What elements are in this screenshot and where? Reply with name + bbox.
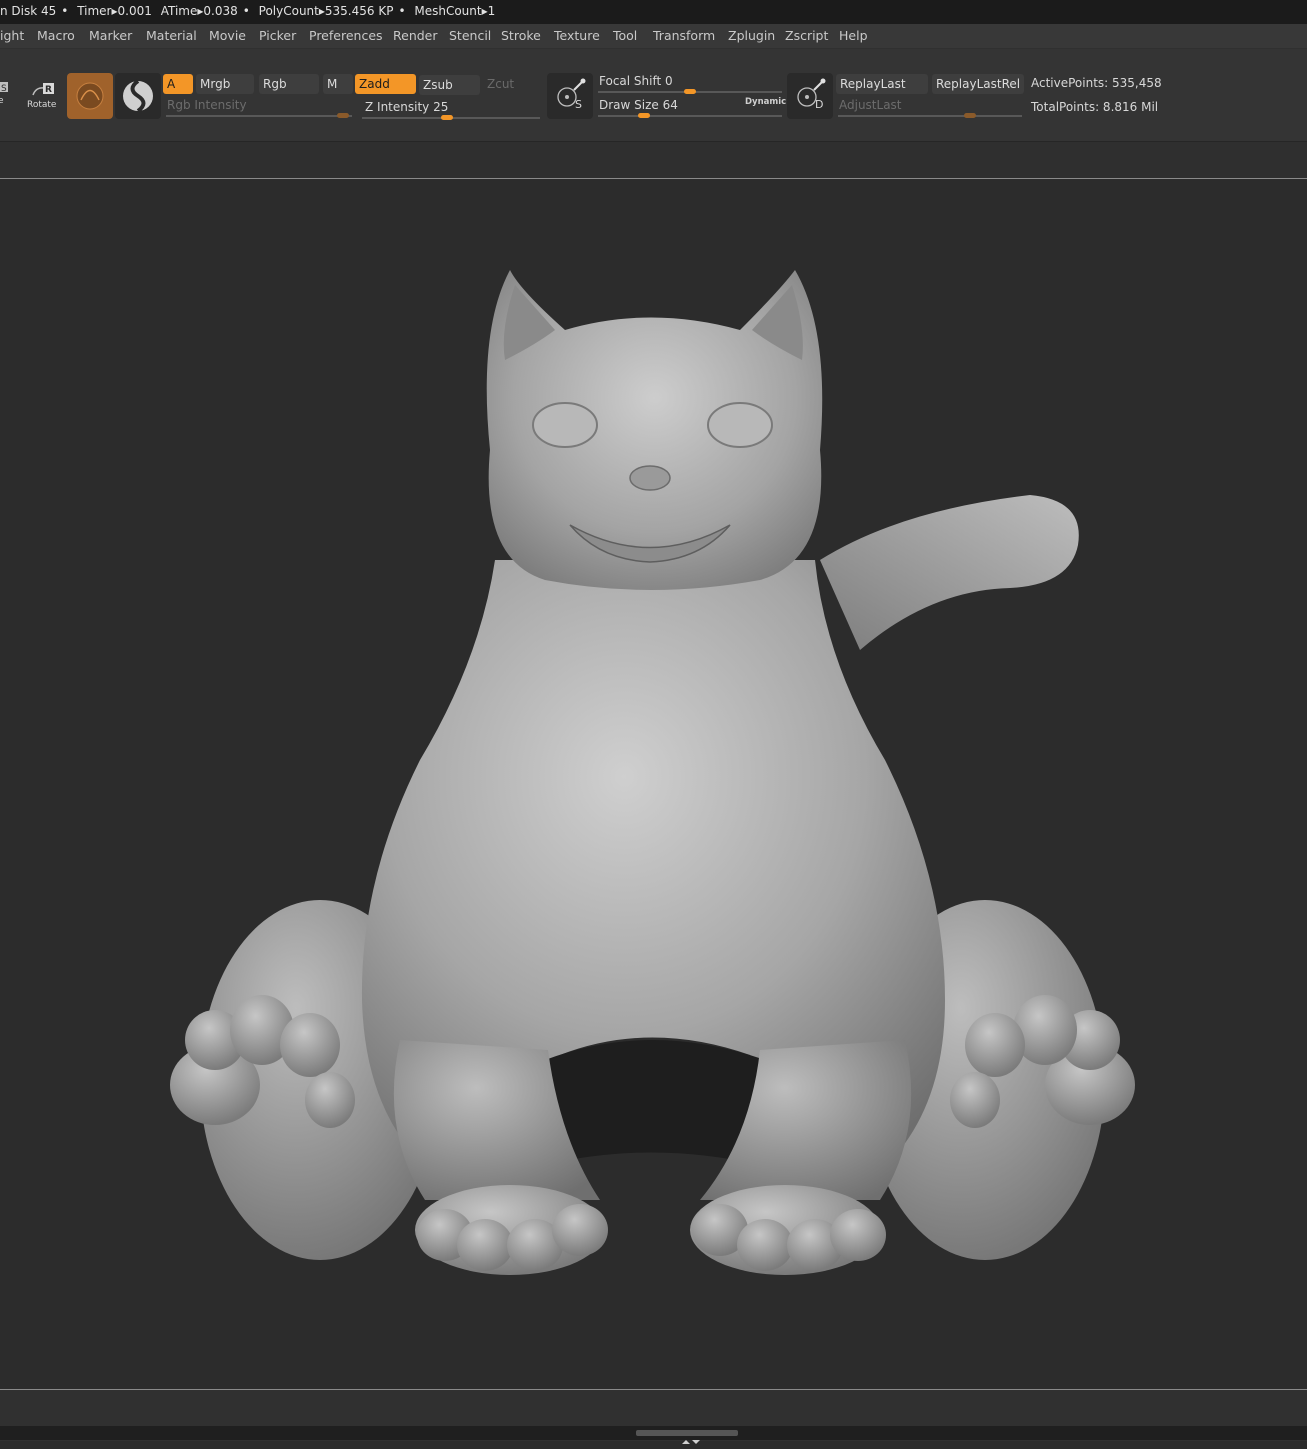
status-disk: n Disk 45	[0, 4, 57, 18]
zcut-button[interactable]: Zcut	[483, 74, 541, 94]
menu-material[interactable]: Material	[146, 24, 197, 48]
status-polycount: PolyCount▸535.456 KP	[258, 4, 394, 18]
menu-texture[interactable]: Texture	[554, 24, 600, 48]
total-points-readout: TotalPoints: 8.816 Mil	[1031, 100, 1159, 114]
menu-macro[interactable]: Macro	[37, 24, 75, 48]
zadd-button[interactable]: Zadd	[355, 74, 416, 94]
replay-last-button[interactable]: ReplayLast	[836, 74, 928, 94]
draw-size-knob[interactable]	[638, 113, 650, 118]
canvas-viewport[interactable]	[0, 179, 1307, 1389]
m-button[interactable]: M	[323, 74, 353, 94]
stroke-s-icon	[557, 78, 586, 107]
top-shelf: S e R Rotate A Mrgb Rgb M Rgb Intensity …	[0, 49, 1307, 142]
adjust-last-slider[interactable]	[838, 113, 1022, 118]
rgb-intensity-knob[interactable]	[336, 113, 349, 118]
menu-marker[interactable]: Marker	[89, 24, 132, 48]
z-intensity-slider[interactable]	[362, 115, 540, 120]
brush-thumbnail[interactable]	[115, 73, 161, 119]
focal-shift-label: Focal Shift 0	[599, 74, 673, 88]
lazy-mouse-d-button[interactable]: D	[787, 73, 833, 119]
focal-shift-knob[interactable]	[684, 89, 696, 94]
rgb-intensity-slider[interactable]	[166, 113, 352, 118]
tray-toggle-handle[interactable]	[636, 1430, 738, 1444]
z-intensity-label: Z Intensity 25	[365, 100, 449, 114]
dynamic-toggle[interactable]: Dynamic	[745, 97, 786, 107]
menu-light[interactable]: ight	[0, 24, 24, 48]
menu-help[interactable]: Help	[839, 24, 868, 48]
draw-size-slider[interactable]	[598, 113, 782, 118]
status-meshcount: MeshCount▸1	[414, 4, 496, 18]
menu-preferences[interactable]: Preferences	[309, 24, 383, 48]
status-atime: ATime▸0.038	[160, 4, 238, 18]
lazy-mouse-s-button[interactable]: S	[547, 73, 593, 119]
rgb-intensity-label: Rgb Intensity	[167, 98, 247, 112]
scale-icon: S	[0, 82, 8, 94]
brush-swirl-icon	[123, 79, 153, 113]
zsub-button[interactable]: Zsub	[419, 75, 480, 95]
rotate-button[interactable]: R Rotate	[24, 79, 60, 113]
svg-text:S: S	[1, 84, 7, 94]
material-thumbnail[interactable]	[67, 73, 113, 119]
scale-button[interactable]: S e	[0, 79, 12, 109]
status-bar: n Disk 45 • Timer▸0.001 ATime▸0.038 • Poly…	[0, 0, 1307, 24]
svg-text:R: R	[45, 85, 52, 95]
stroke-d-icon	[797, 78, 826, 107]
material-sphere-icon	[76, 82, 104, 110]
menu-zplugin[interactable]: Zplugin	[728, 24, 775, 48]
menu-zscript[interactable]: Zscript	[785, 24, 828, 48]
bottom-tray	[0, 1426, 1307, 1444]
cat-sculpt-model[interactable]	[0, 179, 1307, 1389]
menu-bar: ight Macro Marker Material Movie Picker …	[0, 24, 1307, 49]
status-timer: Timer▸0.001	[77, 4, 152, 18]
menu-stroke[interactable]: Stroke	[501, 24, 541, 48]
a-button[interactable]: A	[163, 74, 193, 94]
mrgb-button[interactable]: Mrgb	[196, 74, 254, 94]
menu-stencil[interactable]: Stencil	[449, 24, 491, 48]
rgb-button[interactable]: Rgb	[259, 74, 319, 94]
active-points-readout: ActivePoints: 535,458	[1031, 76, 1162, 90]
menu-picker[interactable]: Picker	[259, 24, 296, 48]
adjust-last-label: AdjustLast	[839, 98, 902, 112]
replay-last-rel-button[interactable]: ReplayLastRel	[932, 74, 1024, 94]
adjust-last-knob[interactable]	[964, 113, 977, 118]
draw-size-label: Draw Size 64	[599, 98, 678, 112]
menu-transform[interactable]: Transform	[653, 24, 715, 48]
canvas-top-strip	[0, 142, 1307, 179]
rotate-icon: R	[32, 83, 54, 96]
z-intensity-knob[interactable]	[441, 115, 454, 120]
menu-tool[interactable]: Tool	[613, 24, 637, 48]
menu-render[interactable]: Render	[393, 24, 438, 48]
focal-shift-slider[interactable]	[598, 89, 782, 94]
menu-movie[interactable]: Movie	[209, 24, 246, 48]
